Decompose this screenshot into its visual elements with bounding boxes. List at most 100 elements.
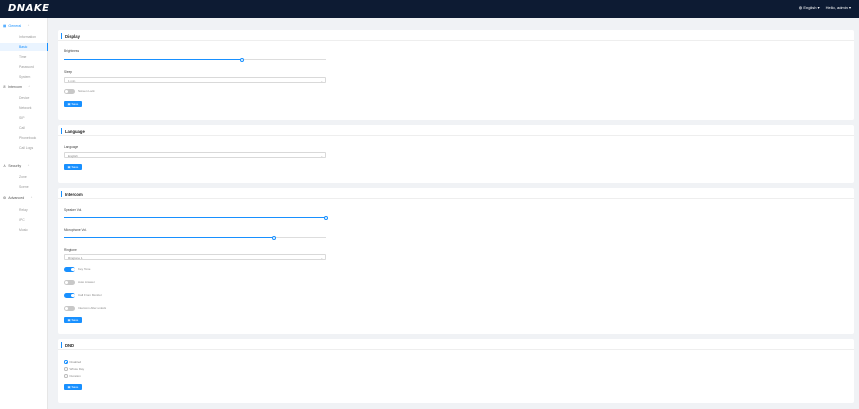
call-from-monitor-toggle-row[interactable]: Call From Monitor: [64, 293, 102, 298]
accent-bar: [61, 33, 63, 39]
radio-button[interactable]: [64, 360, 68, 364]
dnd-title: DND: [65, 342, 75, 348]
language-save-button[interactable]: ▣ Save: [64, 164, 82, 170]
gear-icon: ⚙: [3, 196, 7, 200]
ringtone-select[interactable]: Ringtone 1 ⌄: [64, 254, 326, 260]
speaker-volume-slider[interactable]: [64, 215, 328, 220]
chevron-up-icon: ⌃: [27, 164, 30, 168]
chevron-up-icon: ⌃: [30, 196, 33, 200]
sidebar-group-general[interactable]: ▦ General ⌃: [3, 24, 30, 28]
display-title: Display: [65, 33, 80, 39]
sidebar-item-phonebook[interactable]: Phonebook: [0, 134, 48, 142]
key-tone-toggle-row[interactable]: Key Tone: [64, 267, 90, 272]
sidebar: ▦ General ⌃ Information Basic Time Passwor…: [0, 18, 48, 409]
sidebar-group-security[interactable]: ♙ Security ⌃: [3, 164, 30, 168]
intercom-after-unlock-label: Intercom After unlock: [78, 306, 107, 311]
card-header: Intercom: [58, 188, 854, 199]
display-card: Display Brightness Sleep 1 min ⌄ Screen …: [58, 30, 854, 120]
select-value: Ringtone 1: [68, 256, 83, 261]
slider-fill: [64, 237, 274, 238]
accent-bar: [61, 128, 63, 134]
sleep-label: Sleep: [64, 70, 73, 74]
language-card: Language Language English ⌄ ▣ Save: [58, 125, 854, 183]
card-header: Display: [58, 30, 854, 41]
brightness-label: Brightness: [64, 49, 80, 53]
screen-lock-label: Screen Lock: [78, 89, 95, 94]
card-header: Language: [58, 125, 854, 136]
radio-button[interactable]: [64, 374, 68, 378]
slider-thumb[interactable]: [240, 57, 245, 62]
sidebar-item-information[interactable]: Information: [0, 33, 48, 41]
sidebar-item-relay[interactable]: Relay: [0, 206, 48, 214]
intercom-after-unlock-toggle[interactable]: [64, 306, 75, 311]
dnd-option-duration[interactable]: Duration: [64, 374, 81, 378]
intercom-save-button[interactable]: ▣ Save: [64, 317, 82, 323]
display-save-button[interactable]: ▣ Save: [64, 101, 82, 107]
auto-answer-toggle[interactable]: [64, 280, 75, 285]
dnake-logo: DNAKE: [8, 3, 50, 14]
person-icon: ♙: [3, 164, 7, 168]
sidebar-group-advanced[interactable]: ⚙ Advanced ⌃: [3, 196, 33, 200]
sidebar-item-time[interactable]: Time: [0, 53, 48, 61]
select-value: 1 min: [68, 79, 76, 84]
intercom-card: Intercom Speaker Vol. Microphone Vol. Ri…: [58, 188, 854, 334]
screen-lock-toggle[interactable]: [64, 89, 75, 94]
dnd-save-button[interactable]: ▣ Save: [64, 384, 82, 390]
sidebar-item-system[interactable]: System: [0, 73, 48, 81]
intercom-after-unlock-toggle-row[interactable]: Intercom After unlock: [64, 306, 106, 311]
sidebar-item-call[interactable]: Call: [0, 124, 48, 132]
slider-fill: [64, 59, 243, 60]
call-from-monitor-toggle[interactable]: [64, 293, 75, 298]
toggle-knob: [64, 280, 68, 284]
dnd-option-whole-day[interactable]: Whole Day: [64, 367, 84, 371]
sidebar-item-ipc[interactable]: IPC: [0, 216, 48, 224]
toggle-knob: [71, 267, 75, 271]
dnd-option-label: Disabled: [69, 360, 82, 364]
slider-thumb[interactable]: [324, 215, 328, 220]
key-tone-label: Key Tone: [78, 267, 91, 272]
save-icon: ▣: [67, 318, 71, 322]
slider-thumb[interactable]: [271, 235, 276, 240]
language-title: Language: [65, 128, 85, 134]
dnd-option-label: Whole Day: [69, 367, 85, 371]
microphone-volume-slider[interactable]: [64, 235, 326, 240]
radio-button[interactable]: [64, 367, 68, 371]
sidebar-item-music[interactable]: Music: [0, 226, 48, 234]
brightness-slider[interactable]: [64, 57, 326, 62]
sidebar-item-basic[interactable]: Basic: [0, 43, 48, 51]
card-header: DND: [58, 339, 854, 350]
sidebar-item-call-logs[interactable]: Call Logs: [0, 144, 48, 152]
toggle-knob: [71, 293, 75, 297]
grid-icon: ▦: [3, 24, 7, 28]
sidebar-item-network[interactable]: Network: [0, 104, 48, 112]
chevron-up-icon: ⌃: [28, 85, 31, 89]
chevron-down-icon: ⌄: [320, 154, 323, 158]
sidebar-item-zone[interactable]: Zone: [0, 173, 48, 181]
select-value: English: [68, 154, 78, 159]
toggle-knob: [64, 89, 68, 93]
intercom-title: Intercom: [65, 191, 83, 197]
dnd-option-disabled[interactable]: Disabled: [64, 360, 81, 364]
phone-icon: ✆: [3, 85, 7, 89]
save-icon: ▣: [67, 385, 71, 389]
sidebar-item-sip[interactable]: SIP: [0, 114, 48, 122]
language-select[interactable]: English ⌄: [64, 152, 326, 158]
chevron-up-icon: ⌃: [27, 24, 30, 28]
call-from-monitor-label: Call From Monitor: [78, 293, 102, 298]
sidebar-item-device[interactable]: Device: [0, 94, 48, 102]
language-switcher[interactable]: ◍ English ▾: [799, 5, 820, 10]
accent-bar: [61, 342, 63, 348]
auto-answer-label: Auto Answer: [78, 280, 95, 285]
dnd-option-label: Duration: [69, 374, 81, 378]
user-menu[interactable]: Hello, admin ▾: [826, 5, 851, 10]
slider-fill: [64, 217, 326, 218]
save-icon: ▣: [67, 102, 71, 106]
sleep-select[interactable]: 1 min ⌄: [64, 77, 326, 83]
screen-lock-toggle-row[interactable]: Screen Lock: [64, 89, 95, 94]
auto-answer-toggle-row[interactable]: Auto Answer: [64, 280, 95, 285]
top-right-menu: ◍ English ▾ Hello, admin ▾: [799, 5, 851, 10]
sidebar-item-scene[interactable]: Scene: [0, 183, 48, 191]
key-tone-toggle[interactable]: [64, 267, 75, 272]
sidebar-group-intercom[interactable]: ✆ Intercom ⌃: [3, 85, 31, 89]
sidebar-item-password[interactable]: Password: [0, 63, 48, 71]
